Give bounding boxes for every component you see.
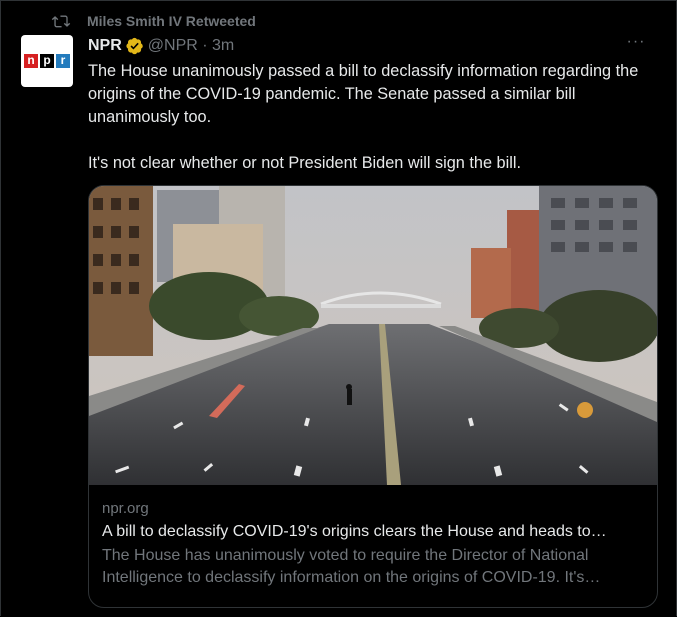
card-image[interactable] — [89, 186, 657, 485]
street-photo — [89, 186, 657, 485]
author-handle-time[interactable]: @NPR · 3m — [148, 37, 234, 55]
tweet-container[interactable]: Miles Smith IV Retweeted n p r NPR @NPR … — [0, 0, 677, 616]
more-icon[interactable]: ··· — [626, 34, 646, 51]
npr-logo: n p r — [24, 54, 70, 68]
tweet-text: The House unanimously passed a bill to d… — [88, 62, 639, 172]
link-card[interactable]: npr.org A bill to declassify COVID-19's … — [88, 185, 658, 608]
author-name[interactable]: NPR — [88, 37, 122, 55]
avatar[interactable]: n p r — [21, 35, 73, 87]
retweet-context[interactable]: Miles Smith IV Retweeted — [51, 11, 256, 31]
card-meta[interactable]: npr.org A bill to declassify COVID-19's … — [102, 499, 647, 589]
tweet-header: NPR @NPR · 3m — [88, 35, 646, 57]
logo-letter-p: p — [40, 54, 54, 68]
verified-badge-icon[interactable] — [126, 37, 144, 55]
card-domain: npr.org — [102, 500, 149, 517]
card-title[interactable]: A bill to declassify COVID-19's origins … — [102, 521, 647, 545]
card-description: The House has unanimously voted to requi… — [102, 547, 601, 586]
logo-letter-r: r — [56, 54, 70, 68]
retweet-label: Miles Smith IV Retweeted — [87, 13, 256, 29]
retweet-icon — [51, 15, 71, 28]
logo-letter-n: n — [24, 54, 38, 68]
